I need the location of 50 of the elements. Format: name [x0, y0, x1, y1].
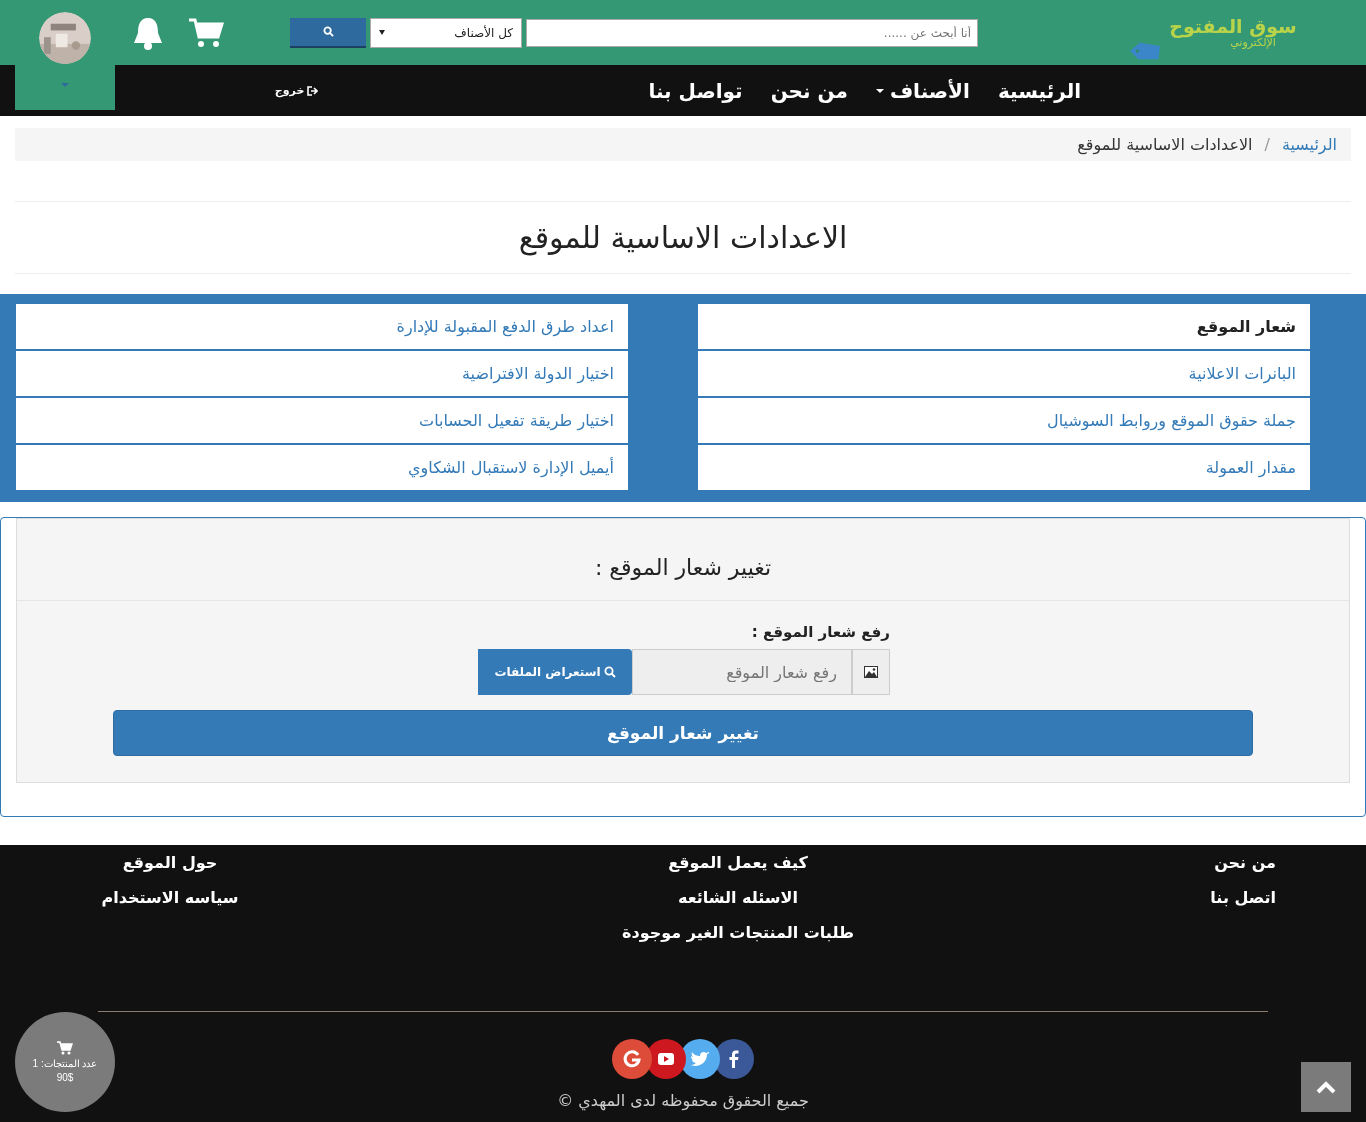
nav-link[interactable]: تواصل بنا [648, 78, 743, 103]
scroll-top-button[interactable] [1301, 1062, 1351, 1112]
logout-link[interactable]: خروج [274, 84, 319, 97]
search-button[interactable] [290, 17, 366, 48]
breadcrumb-link[interactable]: الرئيسية [1281, 135, 1337, 154]
bird-icon [690, 1050, 710, 1068]
settings-menu-item[interactable]: شعار الموقع [698, 304, 1310, 351]
logo-text: سوق المفتوح [1169, 16, 1297, 36]
nav-link[interactable]: من نحن [770, 78, 848, 103]
tag-icon [1128, 40, 1162, 61]
settings-menu-item[interactable]: اعداد طرق الدفع المقبولة للإدارة [16, 304, 628, 351]
footer-link[interactable]: سياسه الاستخدام [101, 888, 239, 907]
logout-icon [307, 85, 319, 96]
cart-icon [57, 1041, 73, 1055]
category-select[interactable]: كل الأصناف [370, 17, 522, 48]
cart-icon[interactable] [188, 16, 224, 49]
nav-link[interactable]: الرئيسية [997, 78, 1081, 103]
footer-link[interactable]: حول الموقع [122, 853, 218, 872]
chevron-up-icon [1316, 1080, 1336, 1094]
google-icon [622, 1049, 642, 1069]
product-count: عدد المنتجات: 1 [32, 1058, 98, 1069]
nav-link[interactable]: الأصناف [875, 78, 970, 103]
browse-button[interactable]: استعراض الملفات [478, 649, 632, 695]
submit-button[interactable]: تغيير شعار الموقع [113, 710, 1253, 756]
settings-menu-item[interactable]: أيميل الإدارة لاستقبال الشكاوي [16, 445, 628, 492]
footer-link[interactable]: من نحن [1214, 853, 1276, 872]
search-icon [322, 26, 334, 37]
footer-link[interactable]: طلبات المنتجات الغير موجودة [622, 923, 854, 942]
footer-link[interactable]: كيف يعمل الموقع [668, 853, 808, 872]
settings-menu-item[interactable]: اختيار الدولة الافتراضية [16, 351, 628, 398]
panel-title: تغيير شعار الموقع : [17, 519, 1349, 601]
breadcrumb-current: الاعدادات الاساسية للموقع [1077, 135, 1253, 154]
settings-menu-item[interactable]: مقدار العمولة [698, 445, 1310, 492]
settings-menu-item[interactable]: اختيار طريقة تفعيل الحسابات [16, 398, 628, 445]
page-title: الاعدادات الاساسية للموقع [15, 201, 1351, 274]
social-link[interactable] [612, 1039, 652, 1079]
settings-menu-item[interactable]: جملة حقوق الموقع وروابط السوشيال [698, 398, 1310, 445]
copyright-text: جميع الحقوق محفوظه لدى المهدي © [556, 1091, 810, 1110]
search-icon [603, 666, 616, 678]
settings-menu-item[interactable]: البانرات الاعلانية [698, 351, 1310, 398]
footer-link[interactable]: اتصل بنا [1210, 888, 1276, 907]
cart-total: 90$ [56, 1072, 74, 1083]
dropdown-arrow-icon [379, 30, 385, 35]
caret-icon [875, 88, 884, 93]
breadcrumb-separator: / [1264, 135, 1270, 154]
caret-icon [61, 83, 69, 87]
field-label: رفع شعار الموقع : [750, 623, 890, 641]
image-icon [864, 666, 878, 678]
logo-upload-field[interactable]: رفع شعار الموقع [632, 649, 852, 695]
footer-link[interactable]: الاسئله الشائعه [678, 888, 798, 907]
